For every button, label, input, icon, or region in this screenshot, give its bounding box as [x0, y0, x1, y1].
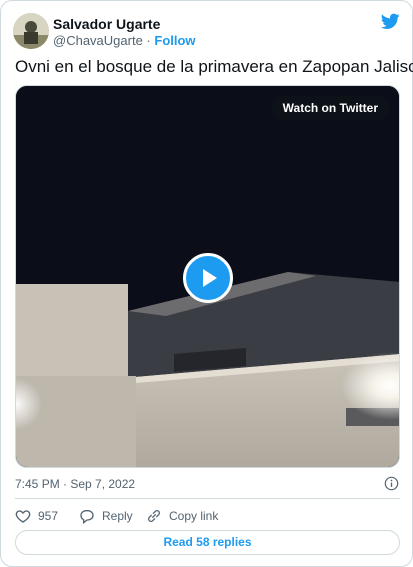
divider — [15, 498, 400, 499]
video-player[interactable]: Watch on Twitter — [15, 85, 400, 468]
link-icon — [148, 510, 160, 522]
watch-on-twitter-button[interactable]: Watch on Twitter — [271, 96, 389, 120]
heart-icon — [15, 510, 31, 523]
play-icon — [203, 269, 217, 287]
separator-dot: · — [146, 33, 151, 48]
copy-link-button[interactable]: Copy link — [146, 506, 218, 526]
author-handle[interactable]: @ChavaUgarte — [53, 33, 143, 48]
avatar[interactable] — [13, 13, 49, 49]
copy-link-label: Copy link — [169, 509, 219, 523]
reply-label: Reply — [102, 509, 133, 523]
play-button[interactable] — [183, 253, 233, 303]
read-replies-button[interactable]: Read 58 replies — [15, 530, 400, 555]
info-icon[interactable] — [384, 476, 399, 491]
like-button[interactable]: 957 — [15, 506, 58, 526]
tweet-actions: 957 Reply Copy link — [15, 506, 400, 526]
author-subline: @ChavaUgarte · Follow — [53, 33, 196, 48]
author-name[interactable]: Salvador Ugarte — [53, 16, 160, 32]
reply-button[interactable]: Reply — [79, 506, 133, 526]
like-count: 957 — [38, 509, 59, 523]
tweet-text: Ovni en el bosque de la primavera en Zap… — [15, 57, 413, 76]
twitter-bird-icon[interactable] — [381, 13, 400, 30]
tweet-embed-card: Salvador Ugarte @ChavaUgarte · Follow Ov… — [0, 0, 413, 567]
tweet-timestamp[interactable]: 7:45 PM · Sep 7, 2022 — [15, 477, 135, 491]
tweet-header: Salvador Ugarte @ChavaUgarte · Follow — [13, 13, 400, 49]
follow-link[interactable]: Follow — [154, 33, 195, 48]
reply-icon — [80, 510, 94, 524]
